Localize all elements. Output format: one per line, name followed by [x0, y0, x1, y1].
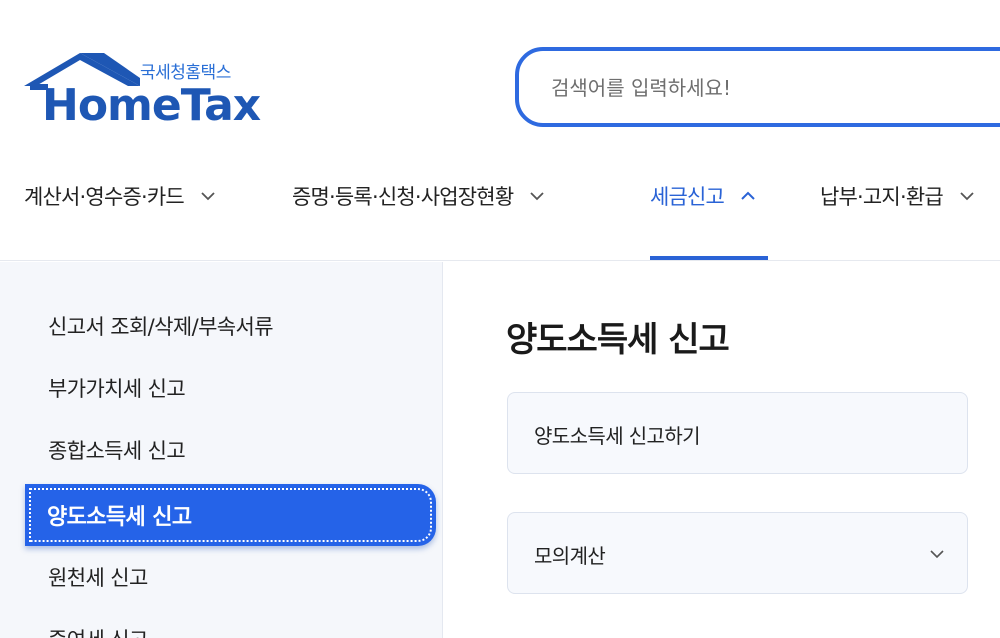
sidebar-item-vat-report[interactable]: 부가가치세 신고	[48, 373, 186, 403]
chevron-up-icon	[741, 191, 755, 200]
search-input[interactable]	[551, 73, 991, 103]
nav-item-label: 증명·등록·신청·사업장현황	[292, 185, 514, 209]
nav-item-certificate-registration[interactable]: 증명·등록·신청·사업장현황	[292, 176, 547, 216]
nav-item-label: 계산서·영수증·카드	[24, 185, 185, 209]
nav-item-label: 세금신고	[650, 185, 725, 209]
sidebar-item-income-tax-report[interactable]: 종합소득세 신고	[48, 435, 186, 465]
hometax-logo[interactable]: 국세청홈택스 HomeTax	[22, 48, 272, 133]
card-label: 모의계산	[534, 544, 606, 568]
chevron-down-icon	[930, 550, 944, 559]
sidebar-item-capital-gains-report[interactable]: 양도소득세 신고	[25, 484, 436, 546]
sidebar-item-report-lookup[interactable]: 신고서 조회/삭제/부속서류	[48, 311, 274, 341]
chevron-down-icon	[530, 192, 544, 201]
nav-divider	[0, 260, 1000, 261]
search-box[interactable]	[515, 47, 1000, 127]
chevron-down-icon	[201, 192, 215, 201]
chevron-down-icon	[960, 192, 974, 201]
sidebar-item-label: 양도소득세 신고	[47, 505, 192, 530]
sidebar-item-gift-tax-report[interactable]: 증여세 신고	[48, 624, 148, 638]
mock-calculation-dropdown[interactable]: 모의계산	[507, 512, 968, 594]
top-navigation: 계산서·영수증·카드 증명·등록·신청·사업장현황 세금신고 납부·고지·환급	[0, 160, 1000, 262]
logo-title: HomeTax	[42, 80, 261, 131]
nav-item-label: 납부·고지·환급	[820, 185, 944, 209]
nav-item-tax-report[interactable]: 세금신고	[650, 176, 758, 216]
page-title: 양도소득세 신고	[506, 320, 730, 360]
card-label: 양도소득세 신고하기	[534, 424, 701, 448]
nav-item-invoice-receipt-card[interactable]: 계산서·영수증·카드	[24, 176, 218, 216]
sidebar-item-withholding-report[interactable]: 원천세 신고	[48, 562, 148, 592]
nav-item-payment-notice-refund[interactable]: 납부·고지·환급	[820, 176, 977, 216]
capital-gains-report-link[interactable]: 양도소득세 신고하기	[507, 392, 968, 474]
